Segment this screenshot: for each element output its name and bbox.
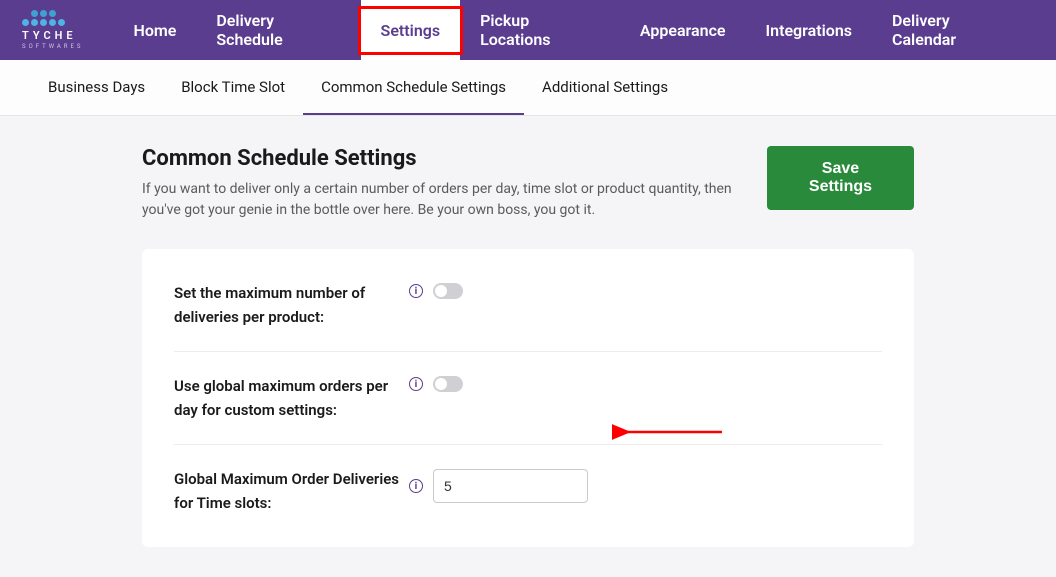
toggle-global-max-custom[interactable]: [433, 376, 463, 392]
nav-integrations[interactable]: Integrations: [746, 0, 872, 60]
field-global-max-custom: Use global maximum orders per day for cu…: [174, 352, 882, 445]
toggle-max-per-product[interactable]: [433, 283, 463, 299]
main-nav: Home Delivery Schedule Settings Pickup L…: [113, 0, 1034, 60]
nav-appearance[interactable]: Appearance: [620, 0, 746, 60]
topbar: TYCHE SOFTWARES Home Delivery Schedule S…: [0, 0, 1056, 60]
info-icon[interactable]: i: [409, 377, 423, 391]
content-header: Common Schedule Settings If you want to …: [22, 146, 1034, 221]
logo-dots-icon: [22, 10, 65, 26]
settings-card: Set the maximum number of deliveries per…: [142, 249, 914, 547]
nav-settings[interactable]: Settings: [361, 0, 461, 60]
logo-text: TYCHE: [22, 29, 77, 42]
info-icon[interactable]: i: [409, 284, 423, 298]
settings-subnav: Business Days Block Time Slot Common Sch…: [0, 60, 1056, 116]
logo-subtext: SOFTWARES: [22, 43, 83, 50]
logo: TYCHE SOFTWARES: [22, 10, 83, 50]
tab-additional-settings[interactable]: Additional Settings: [524, 60, 686, 115]
info-icon[interactable]: i: [409, 479, 423, 493]
tab-business-days[interactable]: Business Days: [30, 60, 163, 115]
save-settings-button[interactable]: Save Settings: [767, 146, 914, 210]
field-global-max-timeslots: Global Maximum Order Deliveries for Time…: [174, 445, 882, 537]
field-label: Set the maximum number of deliveries per…: [174, 281, 409, 329]
nav-delivery-schedule[interactable]: Delivery Schedule: [196, 0, 360, 60]
field-label: Global Maximum Order Deliveries for Time…: [174, 467, 409, 515]
nav-delivery-calendar[interactable]: Delivery Calendar: [872, 0, 1034, 60]
global-max-timeslots-input[interactable]: [433, 469, 588, 503]
tab-block-time-slot[interactable]: Block Time Slot: [163, 60, 303, 115]
content-area: Common Schedule Settings If you want to …: [0, 116, 1056, 577]
nav-home[interactable]: Home: [113, 0, 196, 60]
page-description: If you want to deliver only a certain nu…: [142, 179, 767, 221]
field-label: Use global maximum orders per day for cu…: [174, 374, 409, 422]
field-max-per-product: Set the maximum number of deliveries per…: [174, 259, 882, 352]
tab-common-schedule-settings[interactable]: Common Schedule Settings: [303, 60, 524, 115]
page-title: Common Schedule Settings: [142, 146, 767, 171]
nav-pickup-locations[interactable]: Pickup Locations: [460, 0, 620, 60]
